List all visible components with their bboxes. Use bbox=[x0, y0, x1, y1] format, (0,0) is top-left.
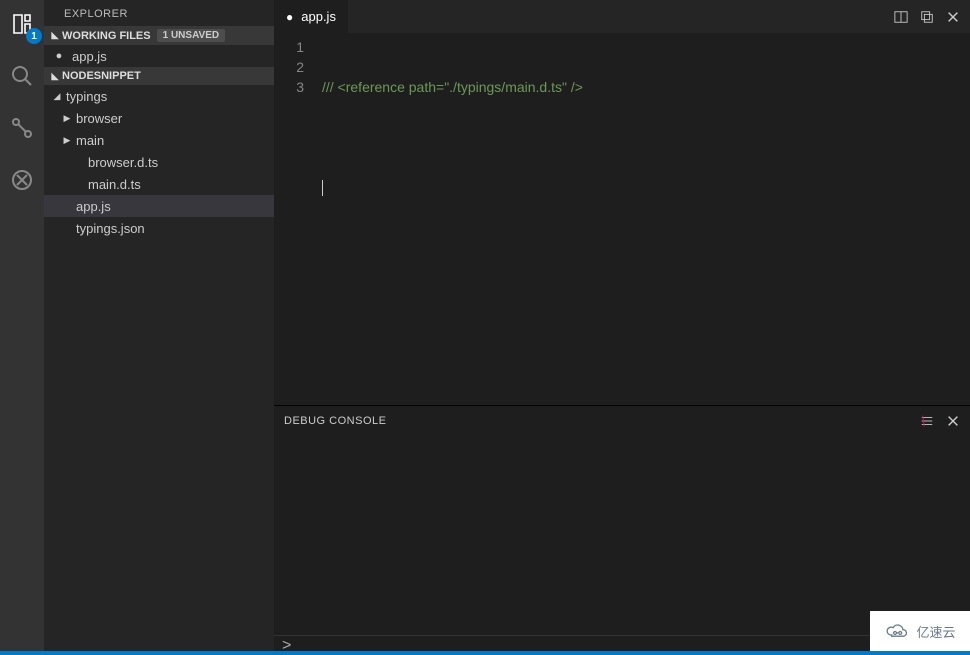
tree-label: main.d.ts bbox=[88, 177, 141, 192]
tree-label: main bbox=[76, 133, 104, 148]
tab-bar: ● app.js bbox=[274, 0, 970, 33]
clear-console-icon[interactable] bbox=[920, 414, 934, 428]
editor-area: ● app.js 1 2 3 /// < bbox=[274, 0, 970, 655]
tree-file-main-dts[interactable]: main.d.ts bbox=[44, 173, 274, 195]
tree-label: typings.json bbox=[76, 221, 145, 236]
split-editor-icon[interactable] bbox=[894, 10, 908, 24]
working-files-header[interactable]: ◣ WORKING FILES 1 UNSAVED bbox=[44, 26, 274, 45]
tree-folder-main[interactable]: ▶ main bbox=[44, 129, 274, 151]
close-icon[interactable] bbox=[946, 10, 960, 24]
line-gutter: 1 2 3 bbox=[274, 33, 322, 405]
tree-label: browser.d.ts bbox=[88, 155, 158, 170]
tree-label: typings bbox=[66, 89, 107, 104]
watermark: 亿速云 bbox=[870, 611, 970, 651]
working-file-label: app.js bbox=[72, 49, 107, 64]
code-content[interactable]: /// <reference path="./typings/main.d.ts… bbox=[322, 33, 970, 405]
tree-file-typingsjson[interactable]: typings.json bbox=[44, 217, 274, 239]
panel-body bbox=[274, 436, 970, 635]
sidebar: EXPLORER ◣ WORKING FILES 1 UNSAVED app.j… bbox=[44, 0, 274, 655]
dirty-indicator-icon: ● bbox=[286, 10, 293, 24]
chevron-right-icon: ▶ bbox=[62, 113, 72, 124]
explorer-icon[interactable]: 1 bbox=[6, 8, 38, 40]
chevron-down-icon: ◣ bbox=[50, 30, 60, 41]
text-cursor bbox=[322, 180, 323, 196]
panel-header: DEBUG CONSOLE bbox=[274, 406, 970, 436]
line-number: 2 bbox=[274, 57, 304, 77]
search-icon[interactable] bbox=[6, 60, 38, 92]
status-bar bbox=[0, 651, 970, 655]
unsaved-badge: 1 UNSAVED bbox=[157, 29, 226, 42]
debug-icon[interactable] bbox=[6, 164, 38, 196]
working-file-item[interactable]: app.js bbox=[44, 45, 274, 67]
chevron-down-icon: ◢ bbox=[52, 91, 62, 102]
more-actions-icon[interactable] bbox=[920, 10, 934, 24]
tree-folder-typings[interactable]: ◢ typings bbox=[44, 85, 274, 107]
project-label: NODESNIPPET bbox=[62, 70, 141, 82]
tab-actions bbox=[894, 10, 970, 24]
tree-label: browser bbox=[76, 111, 122, 126]
watermark-text: 亿速云 bbox=[916, 622, 955, 641]
code-line: /// <reference path="./typings/main.d.ts… bbox=[322, 77, 970, 97]
chevron-right-icon: ▶ bbox=[62, 135, 72, 146]
line-number: 1 bbox=[274, 37, 304, 57]
scm-icon[interactable] bbox=[6, 112, 38, 144]
tab-appjs[interactable]: ● app.js bbox=[274, 0, 348, 33]
project-header[interactable]: ◣ NODESNIPPET bbox=[44, 67, 274, 85]
panel-title: DEBUG CONSOLE bbox=[284, 415, 386, 427]
tree-label: app.js bbox=[76, 199, 111, 214]
cloud-icon bbox=[884, 621, 910, 641]
close-panel-icon[interactable] bbox=[946, 414, 960, 428]
code-line bbox=[322, 177, 970, 197]
tab-label: app.js bbox=[301, 9, 336, 24]
activity-bar: 1 bbox=[0, 0, 44, 655]
tree-file-appjs[interactable]: app.js bbox=[44, 195, 274, 217]
working-files-label: WORKING FILES bbox=[62, 30, 151, 42]
chevron-down-icon: ◣ bbox=[50, 71, 60, 82]
code-editor[interactable]: 1 2 3 /// <reference path="./typings/mai… bbox=[274, 33, 970, 405]
sidebar-title: EXPLORER bbox=[44, 0, 274, 26]
tree-folder-browser[interactable]: ▶ browser bbox=[44, 107, 274, 129]
line-number: 3 bbox=[274, 77, 304, 97]
explorer-badge: 1 bbox=[26, 28, 42, 44]
tree-file-browser-dts[interactable]: browser.d.ts bbox=[44, 151, 274, 173]
debug-panel: DEBUG CONSOLE > bbox=[274, 405, 970, 655]
